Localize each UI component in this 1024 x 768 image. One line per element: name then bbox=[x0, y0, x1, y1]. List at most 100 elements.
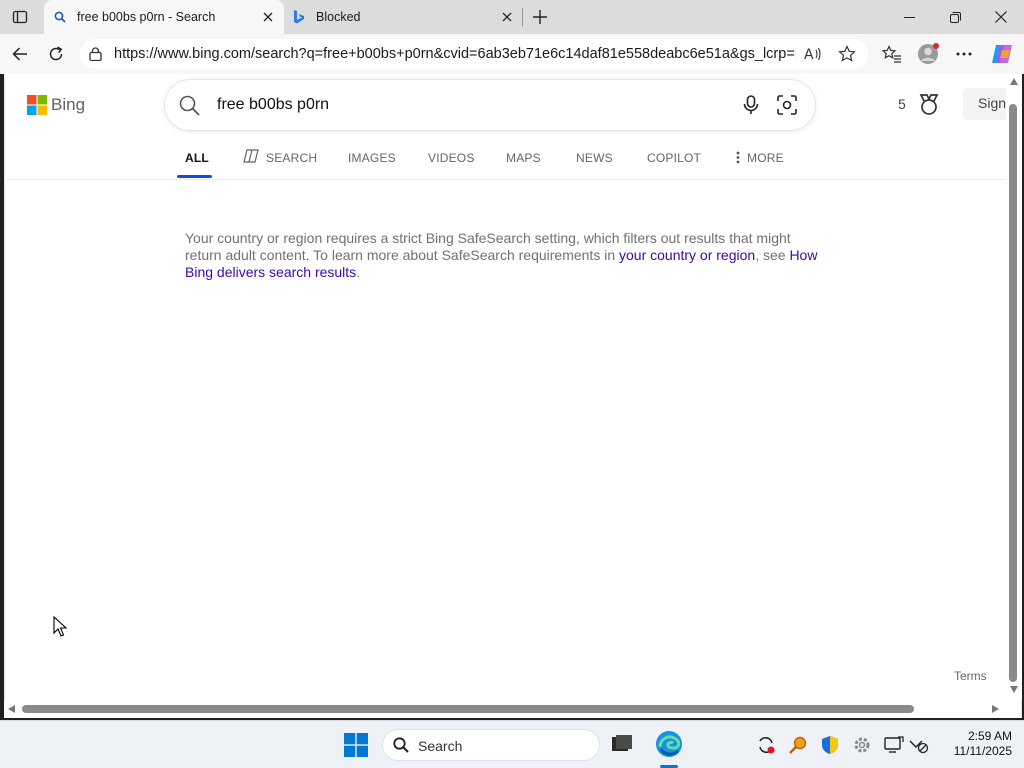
taskbar-app-terminal[interactable] bbox=[612, 735, 632, 753]
taskbar-app-edge[interactable] bbox=[655, 730, 683, 758]
refresh-button[interactable] bbox=[40, 38, 72, 70]
star-icon bbox=[838, 45, 856, 62]
system-clock[interactable]: 2:59 AM 11/11/2025 bbox=[942, 729, 1012, 759]
tab-search[interactable]: free b00bs p0rn - Search bbox=[44, 0, 284, 34]
edge-browser-icon bbox=[656, 731, 682, 757]
terminal-app-icon bbox=[612, 735, 632, 751]
nav-search[interactable]: SEARCH bbox=[266, 151, 317, 165]
clock-date: 11/11/2025 bbox=[953, 744, 1012, 758]
address-bar[interactable]: https://www.bing.com/search?q=free+b00bs… bbox=[80, 39, 868, 69]
back-button[interactable] bbox=[4, 38, 36, 70]
avatar-icon bbox=[918, 43, 939, 64]
tray-security[interactable] bbox=[819, 734, 841, 756]
voice-search-button[interactable] bbox=[743, 95, 759, 115]
bing-favicon-icon bbox=[294, 10, 304, 24]
copilot-icon bbox=[992, 45, 1012, 63]
tab-title: free b00bs p0rn - Search bbox=[77, 10, 216, 24]
profile-button[interactable] bbox=[912, 38, 944, 70]
page-content: Bing free b00bs p0rn 5 Sign ALL SEARCH I… bbox=[4, 74, 1022, 718]
tray-settings[interactable] bbox=[851, 734, 873, 756]
more-vertical-icon bbox=[736, 151, 740, 164]
tray-network[interactable] bbox=[908, 734, 930, 756]
url-text: https://www.bing.com/search?q=free+b00bs… bbox=[114, 46, 796, 62]
horizontal-scroll-thumb[interactable] bbox=[22, 705, 914, 713]
nav-images[interactable]: IMAGES bbox=[348, 151, 396, 165]
browser-toolbar: https://www.bing.com/search?q=free+b00bs… bbox=[0, 34, 1024, 74]
rewards-count[interactable]: 5 bbox=[898, 96, 906, 112]
new-tab-button[interactable] bbox=[524, 0, 556, 34]
tab-actions-icon bbox=[12, 10, 28, 24]
copilot-search-icon bbox=[243, 149, 259, 163]
favorites-list-icon bbox=[882, 45, 901, 63]
tab-title: Blocked bbox=[316, 10, 361, 24]
nav-copilot[interactable]: COPILOT bbox=[647, 151, 701, 165]
restore-button[interactable] bbox=[932, 0, 978, 34]
tab-blocked[interactable]: Blocked bbox=[285, 0, 523, 34]
nav-videos[interactable]: VIDEOS bbox=[428, 151, 475, 165]
nav-all[interactable]: ALL bbox=[185, 151, 209, 165]
nav-maps[interactable]: MAPS bbox=[506, 151, 541, 165]
scroll-left-arrow-icon[interactable] bbox=[8, 705, 15, 713]
windows-logo-icon bbox=[344, 733, 368, 757]
tray-sync[interactable] bbox=[755, 734, 777, 756]
search-favicon-icon bbox=[54, 11, 66, 23]
clock-time: 2:59 AM bbox=[967, 729, 1012, 743]
tray-display[interactable] bbox=[883, 734, 905, 756]
safesearch-message-text: . bbox=[356, 264, 361, 280]
camera-scan-icon bbox=[777, 95, 797, 115]
refresh-icon bbox=[49, 46, 63, 61]
tab-actions-button[interactable] bbox=[0, 0, 40, 34]
rewards-medal-icon[interactable] bbox=[919, 94, 939, 116]
nav-divider bbox=[5, 179, 1009, 180]
nav-more[interactable]: MORE bbox=[747, 151, 784, 165]
tab-bar: free b00bs p0rn - Search Blocked bbox=[0, 0, 1024, 34]
taskbar-search-box[interactable]: Search bbox=[382, 729, 600, 761]
favorite-star-button[interactable] bbox=[838, 45, 856, 63]
shield-icon bbox=[822, 736, 838, 754]
vertical-scroll-thumb[interactable] bbox=[1009, 104, 1017, 682]
search-box[interactable]: free b00bs p0rn bbox=[165, 80, 815, 130]
scroll-up-arrow-icon[interactable] bbox=[1010, 78, 1018, 85]
favorites-button[interactable] bbox=[876, 38, 908, 70]
close-window-button[interactable] bbox=[978, 0, 1024, 34]
microphone-icon bbox=[743, 95, 759, 114]
start-button[interactable] bbox=[344, 733, 368, 757]
search-icon bbox=[179, 95, 200, 116]
close-icon bbox=[995, 11, 1007, 23]
active-tab-indicator bbox=[177, 175, 212, 178]
sync-icon bbox=[759, 737, 775, 754]
nav-news[interactable]: NEWS bbox=[576, 151, 613, 165]
svg-text:A: A bbox=[804, 47, 814, 63]
visual-search-button[interactable] bbox=[777, 95, 797, 115]
terms-link[interactable]: Terms bbox=[954, 669, 987, 683]
read-aloud-button[interactable]: A bbox=[804, 45, 822, 63]
tray-search-tool[interactable] bbox=[787, 734, 809, 756]
safesearch-message: Your country or region requires a strict… bbox=[185, 230, 825, 281]
back-arrow-icon bbox=[12, 47, 27, 61]
mouse-cursor-icon bbox=[53, 616, 67, 637]
bing-logo-text: Bing bbox=[51, 95, 86, 114]
close-tab-icon[interactable] bbox=[263, 12, 273, 22]
minimize-icon bbox=[903, 16, 915, 18]
read-aloud-icon: A bbox=[804, 47, 821, 63]
country-region-link[interactable]: your country or region bbox=[619, 247, 755, 263]
settings-more-button[interactable] bbox=[948, 38, 980, 70]
taskbar-search-placeholder: Search bbox=[418, 738, 463, 754]
search-query-input[interactable]: free b00bs p0rn bbox=[217, 96, 329, 114]
network-disconnected-icon bbox=[909, 740, 929, 754]
copilot-button[interactable] bbox=[986, 38, 1018, 70]
tab-separator bbox=[522, 8, 523, 26]
minimize-button[interactable] bbox=[886, 0, 932, 34]
bing-logo[interactable]: Bing bbox=[27, 95, 85, 115]
scroll-right-arrow-icon[interactable] bbox=[992, 705, 999, 713]
display-icon bbox=[884, 736, 904, 753]
more-horizontal-icon bbox=[956, 52, 972, 56]
plus-icon bbox=[533, 10, 547, 24]
microsoft-logo-icon bbox=[27, 95, 47, 115]
scroll-down-arrow-icon[interactable] bbox=[1010, 686, 1018, 693]
magnifier-key-icon bbox=[789, 736, 807, 754]
restore-icon bbox=[949, 11, 961, 23]
close-tab-icon[interactable] bbox=[502, 12, 512, 22]
site-info-lock-icon bbox=[89, 47, 102, 61]
gear-icon bbox=[854, 737, 870, 753]
